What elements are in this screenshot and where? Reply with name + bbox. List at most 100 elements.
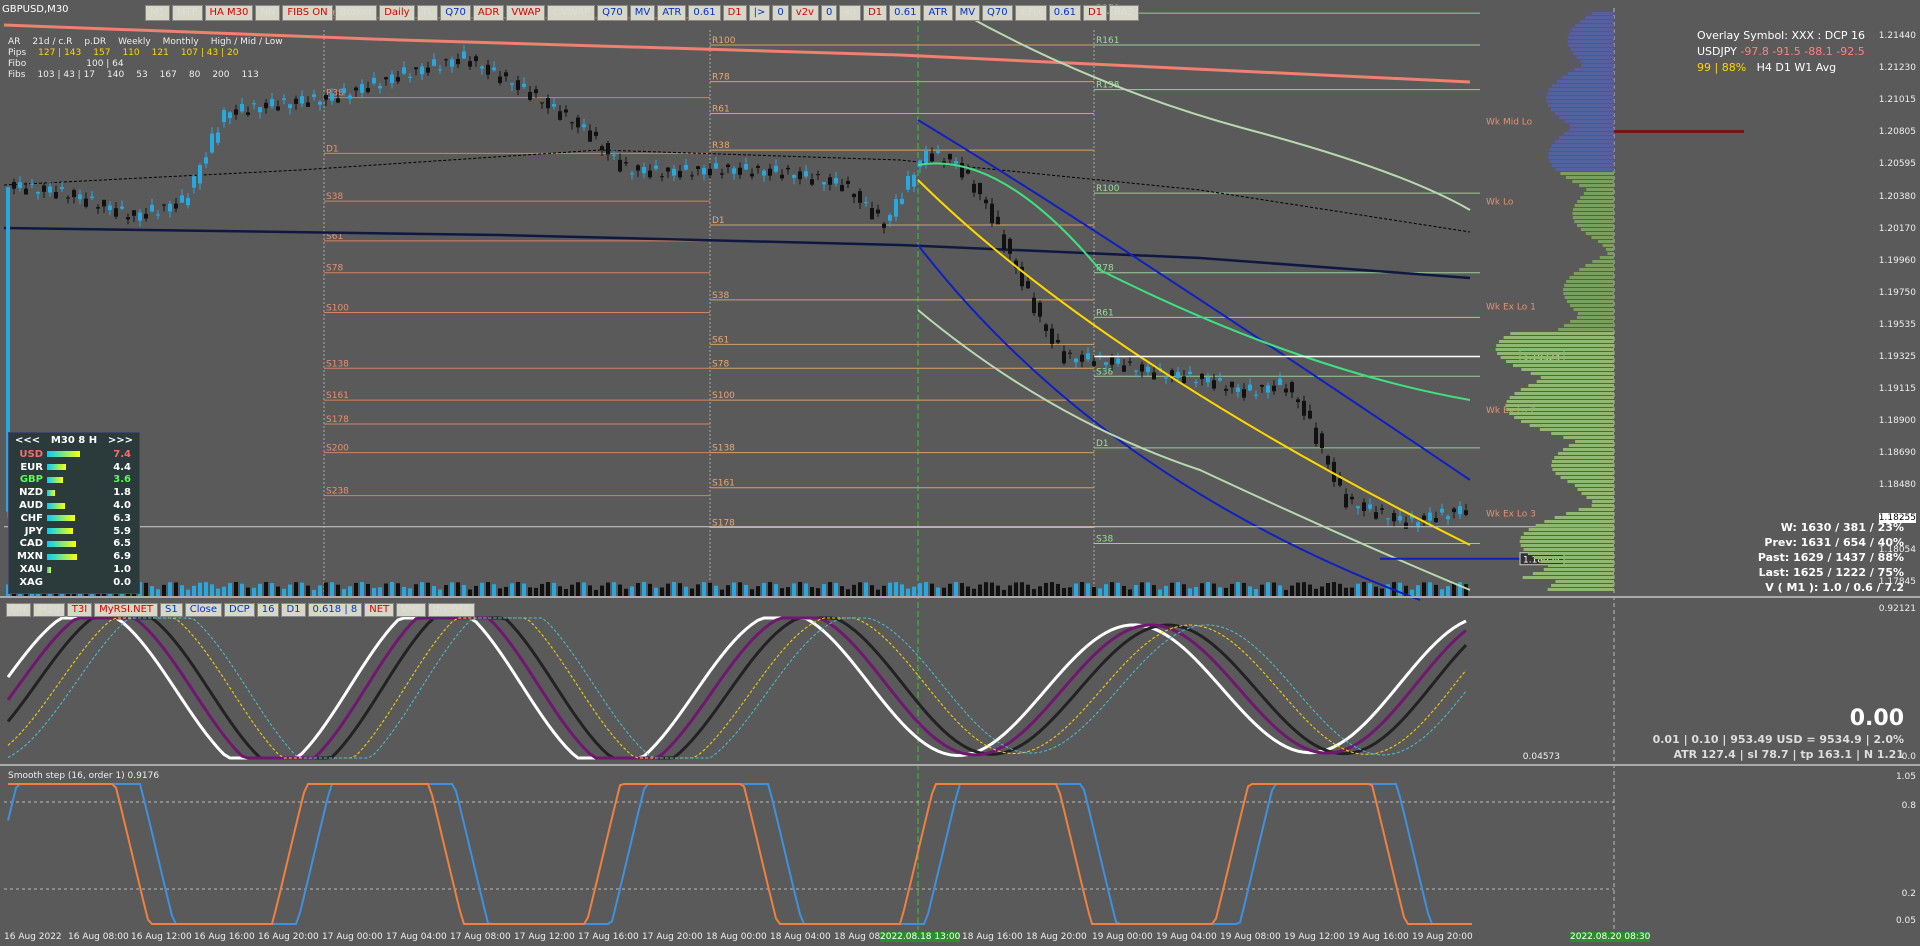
osc-toolbar-button-6[interactable]: DCP xyxy=(224,603,255,617)
strength-header[interactable]: <<< M30 8 H >>> xyxy=(9,433,139,448)
osc-toolbar-button-1[interactable]: M30 xyxy=(33,603,65,617)
toolbar-button-7[interactable]: TL xyxy=(416,5,439,21)
prev-arrow[interactable]: <<< xyxy=(15,435,40,446)
toolbar-button-4[interactable]: FIBS ON xyxy=(282,5,333,21)
toolbar-button-28[interactable]: 0.61 xyxy=(1048,5,1082,21)
strength-value: 7.4 xyxy=(113,448,131,460)
toolbar-button-26[interactable]: Q70 xyxy=(982,5,1013,21)
osc-toolbar-button-5[interactable]: Close xyxy=(184,603,222,617)
pivot-label: S38 xyxy=(1096,367,1113,377)
stats-cell: High / Mid / Low xyxy=(210,37,283,47)
volume-bar xyxy=(762,582,766,596)
osc-toolbar-button-11[interactable]: VHF xyxy=(396,603,427,617)
toolbar-button-11[interactable]: c.VWAP xyxy=(547,5,596,21)
pane-separator-1[interactable] xyxy=(0,596,1920,598)
volume-bar xyxy=(606,582,610,596)
volume-profile-bar xyxy=(1558,136,1614,139)
stats-cell: 110 xyxy=(122,48,140,58)
toolbar-button-19[interactable]: v2v xyxy=(790,5,819,21)
toolbar-button-10[interactable]: VWAP xyxy=(506,5,546,21)
candle-body xyxy=(1134,370,1138,372)
candle-body xyxy=(1308,410,1312,419)
osc-toolbar-button-7[interactable]: 16 xyxy=(256,603,280,617)
pivot-label: S161 xyxy=(712,479,735,489)
osc-toolbar-button-10[interactable]: NET xyxy=(364,603,395,617)
volume-bar xyxy=(408,588,412,596)
volume-profile-bar xyxy=(1566,512,1614,515)
price-label: 1.21440 xyxy=(1878,31,1916,41)
strength-row-aud: AUD 4.0 xyxy=(9,499,139,512)
currency-name: XAU xyxy=(19,564,43,576)
candle-body xyxy=(1152,372,1156,380)
volume-profile-bar xyxy=(1556,80,1614,83)
smooth-step-drawing xyxy=(4,783,1614,925)
toolbar-button-23[interactable]: 0.61 xyxy=(889,5,922,21)
toolbar-button-30[interactable]: RA2 xyxy=(1109,5,1139,21)
toolbar-button-8[interactable]: Q70 xyxy=(440,5,471,21)
volume-bar xyxy=(228,583,232,596)
volume-bar xyxy=(810,587,814,596)
candle-body xyxy=(1284,388,1288,393)
volume-profile-bar xyxy=(1572,212,1614,215)
time-label: 16 Aug 08:00 xyxy=(68,932,129,942)
candle-body xyxy=(162,204,166,206)
toolbar-button-1[interactable]: MTF xyxy=(172,5,203,21)
volume-profile-bar xyxy=(1575,24,1614,27)
toolbar-button-18[interactable]: 0 xyxy=(772,5,789,21)
volume-profile-bar xyxy=(1495,348,1614,351)
volume-bar xyxy=(1224,587,1228,596)
strength-bar xyxy=(47,451,80,458)
volume-bar xyxy=(966,586,970,596)
volume-bar xyxy=(1182,584,1186,596)
pivot-label: R61 xyxy=(712,105,730,115)
toolbar-button-3[interactable]: NN xyxy=(255,5,281,21)
pane-separator-2[interactable] xyxy=(0,764,1920,766)
osc-toolbar-button-2[interactable]: T3I xyxy=(66,603,93,617)
price-label: 1.19535 xyxy=(1878,319,1916,330)
toolbar-button-27[interactable]: s.Fix xyxy=(1014,5,1047,21)
toolbar-button-29[interactable]: D1 xyxy=(1083,5,1108,21)
toolbar-button-0[interactable]: M1 xyxy=(145,5,170,21)
volume-profile-bar xyxy=(1572,216,1614,219)
volume-profile-bar xyxy=(1566,300,1614,303)
toolbar-button-13[interactable]: MV xyxy=(629,5,656,21)
osc-toolbar-button-0[interactable]: ON xyxy=(6,603,32,617)
osc-toolbar-button-4[interactable]: S1 xyxy=(160,603,183,617)
volume-bar xyxy=(1008,585,1012,596)
toolbar-button-9[interactable]: ADR xyxy=(472,5,505,21)
toolbar-button-14[interactable]: ATR xyxy=(657,5,687,21)
toolbar-button-16[interactable]: D1 xyxy=(722,5,747,21)
candle-body xyxy=(732,168,736,174)
toolbar-button-2[interactable]: HA M30 xyxy=(204,5,254,21)
osc-toolbar-button-9[interactable]: 0.618 | 8 xyxy=(307,603,363,617)
stats-row: Fibs 103 | 43 | 17 140 53 167 80 200 113 xyxy=(8,70,283,81)
volume-bar xyxy=(534,587,538,596)
volume-bar xyxy=(510,583,514,596)
toolbar-button-17[interactable]: |> xyxy=(748,5,771,21)
next-arrow[interactable]: >>> xyxy=(108,435,133,446)
volume-profile-bar xyxy=(1568,44,1614,47)
osc-toolbar-button-12[interactable]: div.OFF xyxy=(428,603,476,617)
toolbar-button-20[interactable]: 0 xyxy=(820,5,838,21)
toolbar-button-21[interactable]: <| xyxy=(839,5,862,21)
toolbar-button-5[interactable]: Broker xyxy=(334,5,378,21)
candle-body xyxy=(648,170,652,178)
toolbar-button-15[interactable]: 0.61 xyxy=(688,5,721,21)
volume-profile-bar xyxy=(1574,68,1614,71)
price-label: 1.18255 xyxy=(1878,512,1916,523)
time-label: 17 Aug 04:00 xyxy=(386,932,447,942)
toolbar-button-6[interactable]: Daily xyxy=(379,5,415,21)
toolbar-button-25[interactable]: MV xyxy=(954,5,981,21)
osc-toolbar-button-3[interactable]: MyRSI.NET xyxy=(94,603,159,617)
candle-body xyxy=(528,91,532,100)
currency-name: EUR xyxy=(20,461,43,473)
toolbar-button-22[interactable]: D1 xyxy=(863,5,888,21)
toolbar-button-24[interactable]: ATR xyxy=(923,5,953,21)
volume-profile-bar xyxy=(1573,208,1614,211)
chart-canvas[interactable]: R61R38D1S38S61S78S100S138S161S178S200S23… xyxy=(0,0,1920,946)
volume-bar xyxy=(450,582,454,596)
toolbar-button-12[interactable]: Q70 xyxy=(597,5,628,21)
osc-toolbar-button-8[interactable]: D1 xyxy=(281,603,306,617)
main-chart-area[interactable] xyxy=(4,8,1614,596)
volume-bar xyxy=(522,583,526,596)
